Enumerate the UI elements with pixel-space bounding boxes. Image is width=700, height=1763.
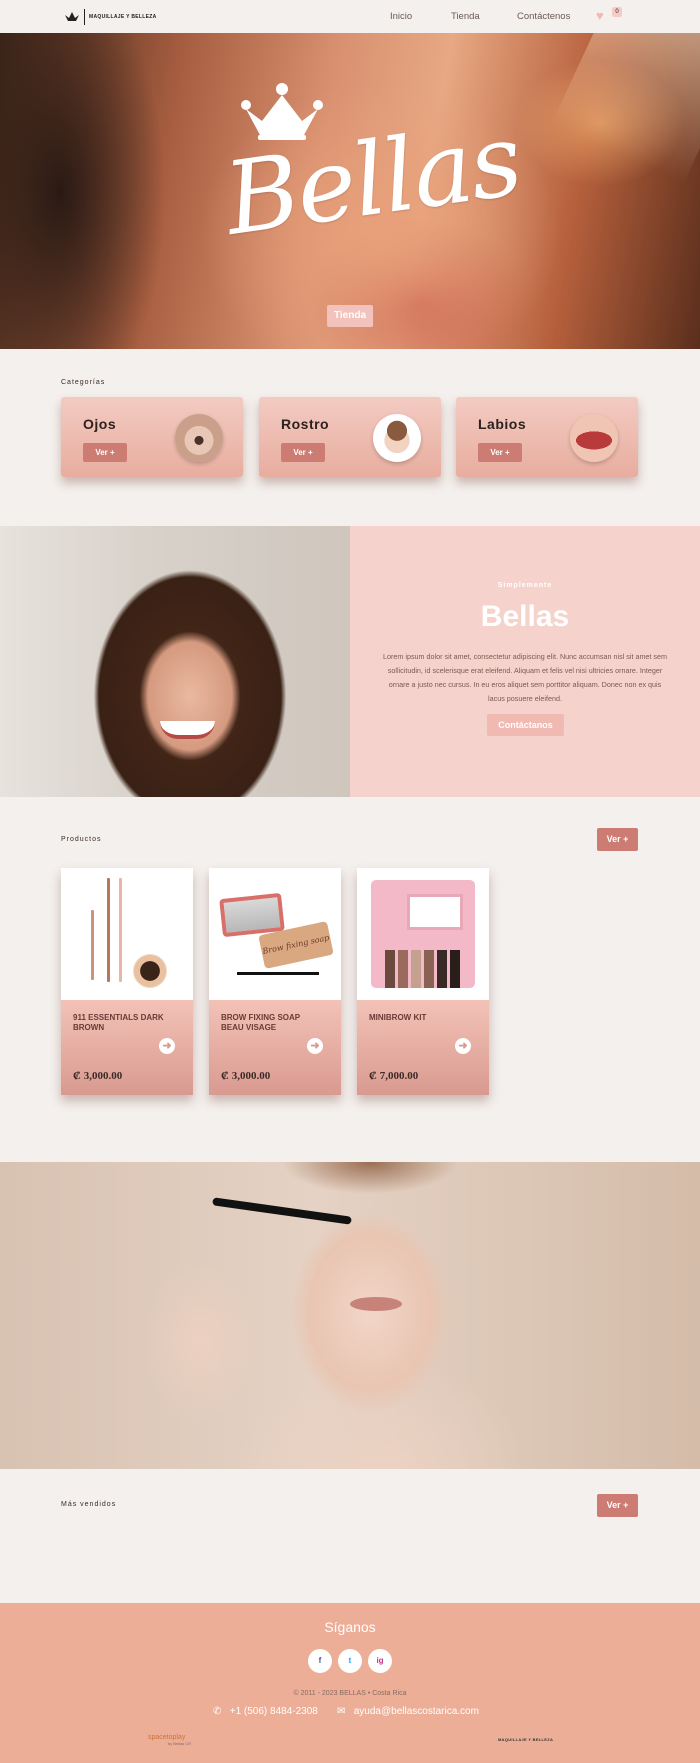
product-image-brow-soap: Brow fixing soap bbox=[209, 868, 341, 1000]
category-card-ojos[interactable]: Ojos Ver + bbox=[61, 397, 243, 477]
category-ver-button[interactable]: Ver + bbox=[83, 443, 127, 462]
credit-name: spacetoplay bbox=[148, 1734, 186, 1741]
top-navbar: MAQUILLAJE Y BELLEZA Inicio Tienda Contá… bbox=[0, 0, 700, 33]
shade-swatch bbox=[437, 950, 447, 988]
palette-case bbox=[371, 880, 475, 988]
product-info: 911 ESSENTIALS DARK BROWN ➜ ₡ 3,000.00 bbox=[61, 1000, 193, 1095]
product-card[interactable]: MINIBROW KIT ➜ ₡ 7,000.00 bbox=[357, 868, 489, 1095]
crown-icon bbox=[65, 12, 79, 21]
product-name: MINIBROW KIT bbox=[369, 1013, 427, 1022]
product-name: 911 ESSENTIALS DARK BROWN bbox=[73, 1013, 164, 1032]
product-price: ₡ 7,000.00 bbox=[369, 1070, 419, 1082]
email-contact[interactable]: ✉ ayuda@bellascostarica.com bbox=[337, 1706, 479, 1717]
palette-mirror bbox=[407, 894, 463, 930]
brush-image bbox=[119, 878, 122, 982]
logo-divider bbox=[84, 9, 85, 25]
hero-script-title: Bellas bbox=[218, 100, 527, 258]
best-sellers-ver-button[interactable]: Ver + bbox=[597, 1494, 638, 1517]
arrow-right-icon[interactable]: ➜ bbox=[307, 1038, 323, 1054]
brow-pomade-pot bbox=[133, 954, 167, 988]
category-title: Rostro bbox=[281, 416, 330, 432]
envelope-icon: ✉ bbox=[337, 1706, 346, 1717]
product-price: ₡ 3,000.00 bbox=[221, 1070, 271, 1082]
about-panel: Simplemente Bellas Lorem ipsum dolor sit… bbox=[350, 526, 700, 797]
soap-tin-lid bbox=[219, 892, 285, 938]
spoolie-brush bbox=[237, 972, 319, 975]
facebook-icon[interactable]: f bbox=[308, 1649, 332, 1673]
phone-contact[interactable]: ✆ +1 (506) 8484-2308 bbox=[213, 1706, 318, 1717]
face-makeup-image bbox=[373, 414, 421, 462]
category-ver-button[interactable]: Ver + bbox=[281, 443, 325, 462]
follow-us-heading: Síganos bbox=[324, 1619, 376, 1635]
category-card-rostro[interactable]: Rostro Ver + bbox=[259, 397, 441, 477]
twitter-icon[interactable]: t bbox=[338, 1649, 362, 1673]
heart-icon[interactable]: ♥ bbox=[596, 9, 610, 23]
developer-credit[interactable]: spacetoplay by Bellas CR bbox=[148, 1734, 191, 1746]
site-logo[interactable]: MAQUILLAJE Y BELLEZA bbox=[64, 9, 157, 25]
brand-name: MAQUILLAJE Y BELLEZA bbox=[89, 14, 157, 20]
categories-heading: Categorías bbox=[61, 379, 106, 386]
photo-smile bbox=[160, 721, 215, 739]
lips-makeup-image bbox=[570, 414, 618, 462]
arrow-right-icon[interactable]: ➜ bbox=[159, 1038, 175, 1054]
nav-link-inicio[interactable]: Inicio bbox=[390, 11, 412, 22]
copyright-text: © 2011 - 2023 BELLAS • Costa Rica bbox=[293, 1690, 407, 1697]
product-name: BROW FIXING SOAP BEAU VISAGE bbox=[221, 1013, 300, 1032]
nav-link-contactenos[interactable]: Contáctenos bbox=[517, 11, 570, 22]
shade-swatch bbox=[398, 950, 408, 988]
contact-us-button[interactable]: Contáctanos bbox=[487, 714, 564, 736]
footer-logo[interactable]: MAQUILLAJE Y BELLEZA bbox=[498, 1737, 553, 1742]
instagram-icon[interactable]: ig bbox=[368, 1649, 392, 1673]
eye-makeup-image bbox=[175, 414, 223, 462]
category-ver-button[interactable]: Ver + bbox=[478, 443, 522, 462]
shop-button[interactable]: Tienda bbox=[327, 305, 373, 327]
smiling-woman-photo bbox=[0, 526, 350, 797]
cart-count-badge: 0 bbox=[612, 7, 622, 17]
product-info: BROW FIXING SOAP BEAU VISAGE ➜ ₡ 3,000.0… bbox=[209, 1000, 341, 1095]
shade-swatch bbox=[385, 950, 395, 988]
shade-swatch bbox=[450, 950, 460, 988]
banner-lips bbox=[350, 1297, 402, 1311]
products-heading: Productos bbox=[61, 836, 102, 843]
phone-number: +1 (506) 8484-2308 bbox=[229, 1706, 318, 1717]
category-title: Ojos bbox=[83, 416, 117, 432]
product-image-brushes bbox=[61, 868, 193, 1000]
credit-sub: by Bellas CR bbox=[168, 1741, 192, 1746]
pencil-image bbox=[91, 910, 94, 980]
products-ver-button[interactable]: Ver + bbox=[597, 828, 638, 851]
nav-link-tienda[interactable]: Tienda bbox=[451, 11, 480, 22]
category-title: Labios bbox=[478, 416, 527, 432]
product-info: MINIBROW KIT ➜ ₡ 7,000.00 bbox=[357, 1000, 489, 1095]
product-image-minibrow-kit bbox=[357, 868, 489, 1000]
product-card[interactable]: 911 ESSENTIALS DARK BROWN ➜ ₡ 3,000.00 bbox=[61, 868, 193, 1095]
about-headline: Bellas bbox=[480, 600, 570, 633]
category-card-labios[interactable]: Labios Ver + bbox=[456, 397, 638, 477]
brush-image bbox=[107, 878, 110, 982]
product-card[interactable]: Brow fixing soap BROW FIXING SOAP BEAU V… bbox=[209, 868, 341, 1095]
hero-banner: Bellas Tienda bbox=[0, 33, 700, 349]
shade-swatch bbox=[424, 950, 434, 988]
about-body-text: Lorem ipsum dolor sit amet, consectetur … bbox=[382, 652, 668, 703]
about-eyebrow: Simplemente bbox=[497, 582, 553, 589]
phone-icon: ✆ bbox=[213, 1706, 222, 1717]
best-sellers-heading: Más vendidos bbox=[61, 1501, 117, 1508]
arrow-right-icon[interactable]: ➜ bbox=[455, 1038, 471, 1054]
mascara-woman-banner bbox=[0, 1162, 700, 1469]
email-address: ayuda@bellascostarica.com bbox=[353, 1706, 479, 1717]
shade-swatch bbox=[411, 950, 421, 988]
product-price: ₡ 3,000.00 bbox=[73, 1070, 123, 1082]
site-footer: Síganos f t ig © 2011 - 2023 BELLAS • Co… bbox=[0, 1603, 700, 1763]
